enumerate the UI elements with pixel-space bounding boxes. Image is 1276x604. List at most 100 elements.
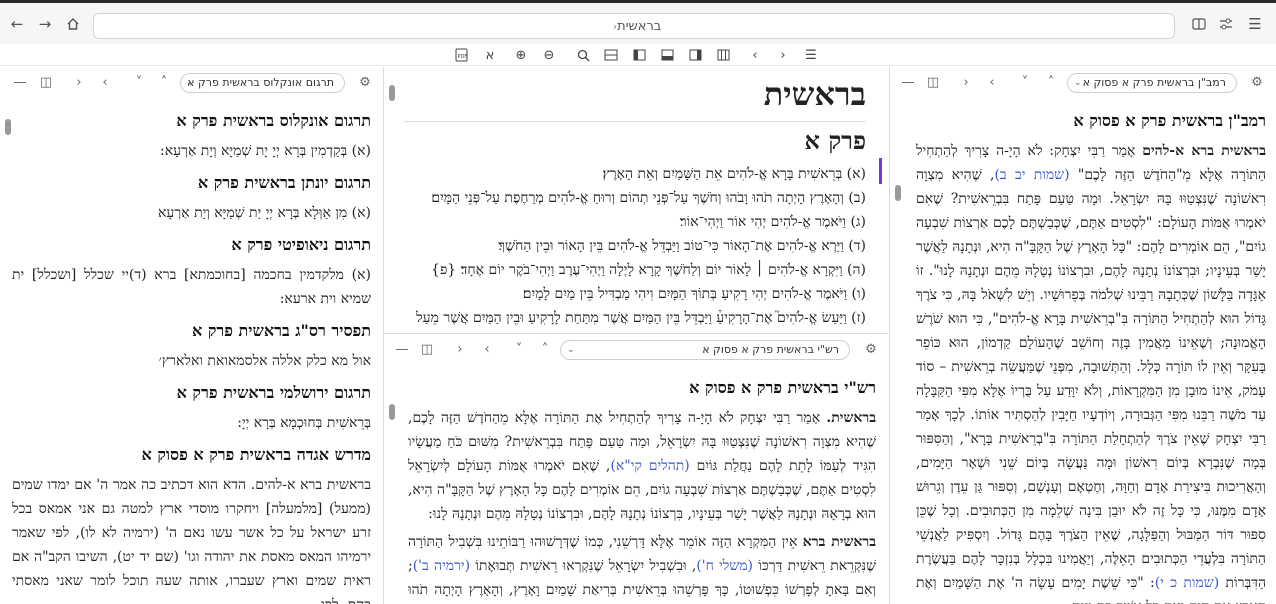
toc-list-icon[interactable]: ☰ (801, 45, 821, 65)
scrollbar-thumb[interactable] (895, 185, 901, 201)
chevron-left-icon: ‹ (612, 19, 618, 33)
verse-2[interactable]: (ב) וְהָאָרֶץ הָיְתָה תֹהוּ וָבֹהוּ וְחֹ… (404, 186, 866, 210)
main-text-pane: בראשית פרק א (א) בְּרֵאשִׁית בָּרָא אֱ-ל… (384, 67, 888, 333)
chevron-right-icon[interactable]: › (983, 73, 1001, 91)
source-link[interactable]: (שמות יב ב) (994, 167, 1069, 183)
address-bar[interactable]: בראשית ‹ (93, 13, 1175, 39)
select-value: רש"י בראשית פרק א פסוק א (702, 343, 839, 356)
filter-icon[interactable]: ⚙ (356, 73, 374, 91)
niqqud-toggle-icon[interactable]: א (480, 45, 500, 65)
chevron-down-icon: ⌄ (567, 345, 575, 355)
back-arrow-icon[interactable]: ← (6, 13, 28, 35)
chevron-right-icon[interactable]: › (478, 340, 496, 358)
filter-icon[interactable]: ⚙ (862, 340, 880, 358)
verse-1[interactable]: (א) בְּרֵאשִׁית בָּרָא אֱ-לֹהִים אֵת הַש… (404, 162, 866, 186)
selected-verse-marker (879, 158, 882, 184)
chevron-left-icon[interactable]: ‹ (957, 73, 975, 91)
main-text: בראשית פרק א (א) בְּרֵאשִׁית בָּרָא אֱ-ל… (404, 75, 866, 333)
filter-icon[interactable]: ⚙ (1248, 73, 1266, 91)
chevron-down-icon[interactable]: ˅ (1016, 73, 1034, 91)
zoom-out-icon[interactable]: ⊖ (539, 45, 559, 65)
chevron-down-icon[interactable]: ˅ (130, 73, 148, 91)
chevron-down-icon: ⌄ (187, 78, 195, 88)
section-midrash-agada: מדרש אגדה בראשית פרק א פסוק א בראשית ברא… (12, 445, 371, 604)
verse-7[interactable]: (ז) וַיַּעַשׂ אֱ-לֹהִים֮ אֶת־הָרָקִיעַ֒ … (404, 306, 866, 330)
select-value: תרגום אונקלוס בראשית פרק א (187, 76, 334, 89)
pdf-icon[interactable]: PDF (451, 45, 471, 65)
minimize-icon[interactable]: — (11, 73, 29, 91)
split-pane-icon[interactable]: ◫ (37, 73, 55, 91)
chevron-right-icon[interactable]: › (96, 73, 114, 91)
minimize-icon[interactable]: — (899, 73, 917, 91)
section-text: (א) מלקדמין בחכמה [בחוכמתא] ברא (ד)יי שכ… (12, 267, 371, 307)
pane-header: ⚙ תרגום אונקלוס בראשית פרק א ⌄ ˄ ˅ › ‹ ◫… (0, 67, 383, 97)
verse-3[interactable]: (ג) וַיֹּאמֶר אֱ-לֹהִים יְהִי אוֹר וַיְה… (404, 210, 866, 234)
settings-sliders-icon[interactable] (1215, 13, 1237, 35)
targum-pane: ⚙ תרגום אונקלוס בראשית פרק א ⌄ ˄ ˅ › ‹ ◫… (0, 67, 383, 604)
chevron-up-icon[interactable]: ˄ (155, 73, 173, 91)
split-pane-icon[interactable]: ◫ (418, 340, 436, 358)
ramban-pane: ⚙ רמב"ן בראשית פרק א פסוק א ⌄ ˄ ˅ › ‹ ◫ … (890, 67, 1276, 604)
chevron-right-icon[interactable]: › (773, 45, 793, 65)
section-title: תרגום ירושלמי בראשית פרק א (176, 383, 371, 402)
scrollbar-thumb[interactable] (389, 404, 395, 420)
targum-list: תרגום אונקלוס בראשית פרק א (א) בְּקַדְמִ… (12, 105, 371, 604)
chapter-title: פרק א (804, 126, 866, 155)
zoom-in-icon[interactable]: ⊕ (511, 45, 531, 65)
chevron-down-icon[interactable]: ˅ (510, 340, 528, 358)
panel-bottom-icon[interactable] (657, 45, 677, 65)
section-title: מדרש אגדה בראשית פרק א פסוק א (141, 445, 372, 464)
minimize-icon[interactable]: — (393, 340, 411, 358)
split-pane-icon[interactable]: ◫ (924, 73, 942, 91)
split-view-icon[interactable] (713, 45, 733, 65)
chevron-up-icon[interactable]: ˄ (1042, 73, 1060, 91)
section-title: תרגום ניאופיטי פרק א (231, 235, 371, 254)
commentary-select[interactable]: רש"י בראשית פרק א פסוק א ⌄ (560, 340, 850, 360)
forward-arrow-icon[interactable]: → (34, 13, 56, 35)
section-yonatan: תרגום יונתן בראשית פרק א (א) מִן אַוְּלָ… (12, 173, 371, 225)
commentary-select[interactable]: רמב"ן בראשית פרק א פסוק א ⌄ (1067, 73, 1237, 93)
section-text: בראשית ברא א-להים. הדא הוא דכתיב כה אמר … (12, 477, 371, 604)
section-onkelos: תרגום אונקלוס בראשית פרק א (א) בְּקַדְמִ… (12, 111, 371, 163)
chevron-down-icon: ⌄ (1074, 78, 1082, 88)
chevron-up-icon[interactable]: ˄ (536, 340, 554, 358)
chevron-left-icon[interactable]: ‹ (745, 45, 765, 65)
home-icon[interactable] (62, 13, 84, 35)
layout-icon[interactable] (601, 45, 621, 65)
text-span: , וּבִשְׁבִיל יִשְׂרָאֵל שֶׁנִּקְרְאוּ ר… (470, 558, 697, 574)
verse-5[interactable]: (ה) וַיִּקְרָא אֱ-לֹהִים ׀ לָאוֹר יוֹם ו… (404, 258, 866, 282)
section-saadia: תפסיר רס"ג בראשית פרק א אול מא כלק אללה … (12, 321, 371, 373)
section-title: תפסיר רס"ג בראשית פרק א (192, 321, 371, 340)
source-link[interactable]: (משלי ח') (696, 558, 753, 574)
hamburger-menu-icon[interactable]: ☰ (1244, 13, 1266, 35)
rashi-paragraph-1: בראשית. אָמַר רַבִּי יִצְחָק לֹא הָיָ-ה … (408, 406, 876, 526)
sidebar-right-icon[interactable] (685, 45, 705, 65)
verse-6[interactable]: (ו) וַיֹּאמֶר אֱ-לֹהִים יְהִי רָקִיעַ בְ… (404, 282, 866, 306)
source-link[interactable]: (ירמיה ב') (413, 558, 470, 574)
dibur-hamatchil: בראשית. (826, 410, 876, 426)
search-icon[interactable] (573, 45, 593, 65)
book-title: בראשית (763, 75, 866, 113)
main-toolbar: PDF א ⊕ ⊖ ‹ › ☰ (0, 44, 1276, 66)
scrollbar-thumb[interactable] (389, 85, 395, 101)
commentary-select[interactable]: תרגום אונקלוס בראשית פרק א ⌄ (180, 73, 345, 93)
section-title: תרגום יונתן בראשית פרק א (197, 173, 371, 192)
source-link[interactable]: (שמות כ י) (1155, 575, 1219, 591)
commentary-title: רמב"ן בראשית פרק א פסוק א (1073, 111, 1266, 130)
verse-4[interactable]: (ד) וַיַּרְא אֱ-לֹהִים אֶת־הָאוֹר כִּי־ט… (404, 234, 866, 258)
select-value: רמב"ן בראשית פרק א פסוק א (1082, 76, 1226, 89)
text-span: , שֶׁהִיא מִצְוָה רִאשׁוֹנָה שֶׁנִּצְטַו… (916, 167, 1266, 591)
reader-mode-icon[interactable] (1188, 13, 1210, 35)
section-title: תרגום אונקלוס בראשית פרק א (176, 111, 371, 130)
rashi-paragraph-2: בראשית ברא אֵין הַמִּקְרָא הַזֶּה אוֹמֵר… (408, 530, 876, 604)
title-bar: ← → בראשית ‹ ☰ (0, 0, 1276, 44)
ramban-text: רמב"ן בראשית פרק א פסוק א בראשית ברא א-ל… (916, 105, 1266, 604)
scrollbar-thumb[interactable] (5, 119, 11, 135)
sidebar-left-icon[interactable] (629, 45, 649, 65)
section-text: (א) בְּקַדְמִין בְּרָא יְיָ יָת שְׁמַיָּ… (160, 143, 371, 159)
source-link[interactable]: (תהלים קי"א) (610, 458, 689, 474)
chevron-left-icon[interactable]: ‹ (451, 340, 469, 358)
dibur-hamatchil: בראשית ברא א-להים (1142, 143, 1266, 159)
chevron-left-icon[interactable]: ‹ (70, 73, 88, 91)
section-text: אול מא כלק אללה אלסמאואת ואלארץ׳ (158, 353, 371, 369)
